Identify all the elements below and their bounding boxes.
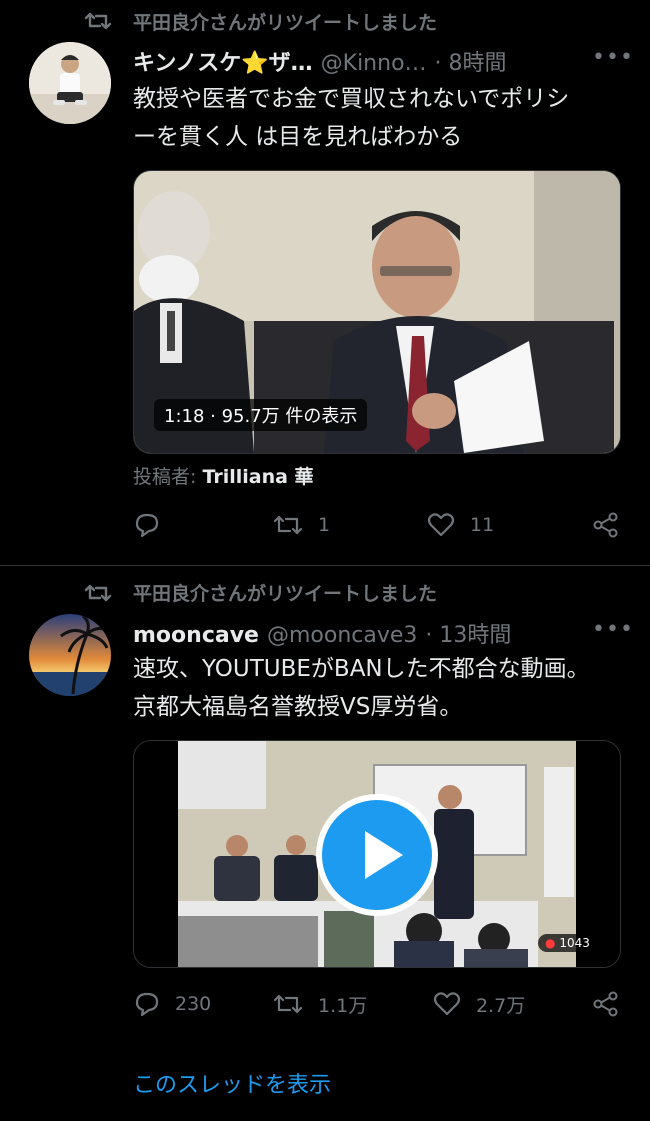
timestamp[interactable]: · 8時間 xyxy=(435,51,507,76)
timestamp[interactable]: · 13時間 xyxy=(425,623,511,648)
retweet-count: 1 xyxy=(318,514,331,536)
reply-count: 230 xyxy=(175,993,212,1015)
retweet-icon xyxy=(273,515,303,535)
more-options-icon[interactable]: ••• xyxy=(592,45,634,70)
user-handle[interactable]: @mooncave3 xyxy=(267,623,417,648)
person-illustration xyxy=(29,42,111,124)
tweet-header: キンノスケ⭐ザ… @Kinno… · 8時間 xyxy=(133,45,507,77)
retweet-icon xyxy=(84,584,112,602)
tweet-video[interactable]: 1:18 · 95.7万 件の表示 xyxy=(133,170,621,454)
tweet-header: mooncave @mooncave3 · 13時間 xyxy=(133,617,511,649)
reply-button[interactable]: 230 xyxy=(133,990,211,1018)
retweeted-by-label: 平田良介さんがリツイートしました xyxy=(133,12,438,34)
like-count: 11 xyxy=(470,514,495,536)
video-credit: 投稿者: Trilliana 華 xyxy=(133,462,314,489)
viewer-count: 1043 xyxy=(559,936,590,950)
retweeted-by-label: 平田良介さんがリツイートしました xyxy=(133,583,438,605)
live-dot-icon: ● xyxy=(545,936,556,950)
tweet-text: 速攻、YOUTUBEがBANした不都合な動画。 京都大福島名誉教授VS厚労省。 xyxy=(133,656,590,720)
avatar[interactable] xyxy=(29,42,111,124)
reply-icon xyxy=(135,513,159,538)
display-name[interactable]: mooncave xyxy=(133,623,259,648)
video-duration-views: 1:18 · 95.7万 件の表示 xyxy=(154,399,368,431)
user-handle[interactable]: @Kinno… xyxy=(321,51,427,76)
heart-icon xyxy=(433,992,461,1016)
like-count: 2.7万 xyxy=(476,994,526,1017)
retweet-icon xyxy=(273,994,303,1014)
heart-icon xyxy=(427,513,455,537)
more-options-icon[interactable]: ••• xyxy=(592,617,634,642)
tweet-divider xyxy=(0,565,650,566)
display-name[interactable]: キンノスケ⭐ザ… xyxy=(133,51,313,76)
share-button[interactable] xyxy=(592,511,620,539)
tweet-text: 教授や医者でお金で買収されないでポリシ ーを貫く人 は目を見ればわかる xyxy=(133,86,570,150)
reply-icon xyxy=(135,992,159,1017)
video-credit-name[interactable]: Trilliana 華 xyxy=(202,466,313,488)
video-credit-prefix: 投稿者: xyxy=(133,466,203,488)
share-icon xyxy=(593,512,618,538)
retweet-icon xyxy=(84,12,112,30)
retweet-button[interactable]: 1.1万 xyxy=(272,990,367,1018)
tweet-video[interactable]: ● 1043 xyxy=(133,740,621,968)
share-icon xyxy=(593,991,618,1017)
retweet-button[interactable]: 1 xyxy=(272,511,330,539)
share-button[interactable] xyxy=(592,990,620,1018)
show-thread-link[interactable]: このスレッドを表示 xyxy=(133,1067,331,1099)
like-button[interactable]: 11 xyxy=(426,511,494,539)
avatar[interactable] xyxy=(29,614,111,696)
play-icon[interactable] xyxy=(315,793,439,917)
reply-button[interactable] xyxy=(133,511,175,539)
live-viewer-badge: ● 1043 xyxy=(538,934,597,952)
retweet-count: 1.1万 xyxy=(318,994,368,1017)
palm-sunset-illustration xyxy=(29,614,111,696)
like-button[interactable]: 2.7万 xyxy=(432,990,525,1018)
